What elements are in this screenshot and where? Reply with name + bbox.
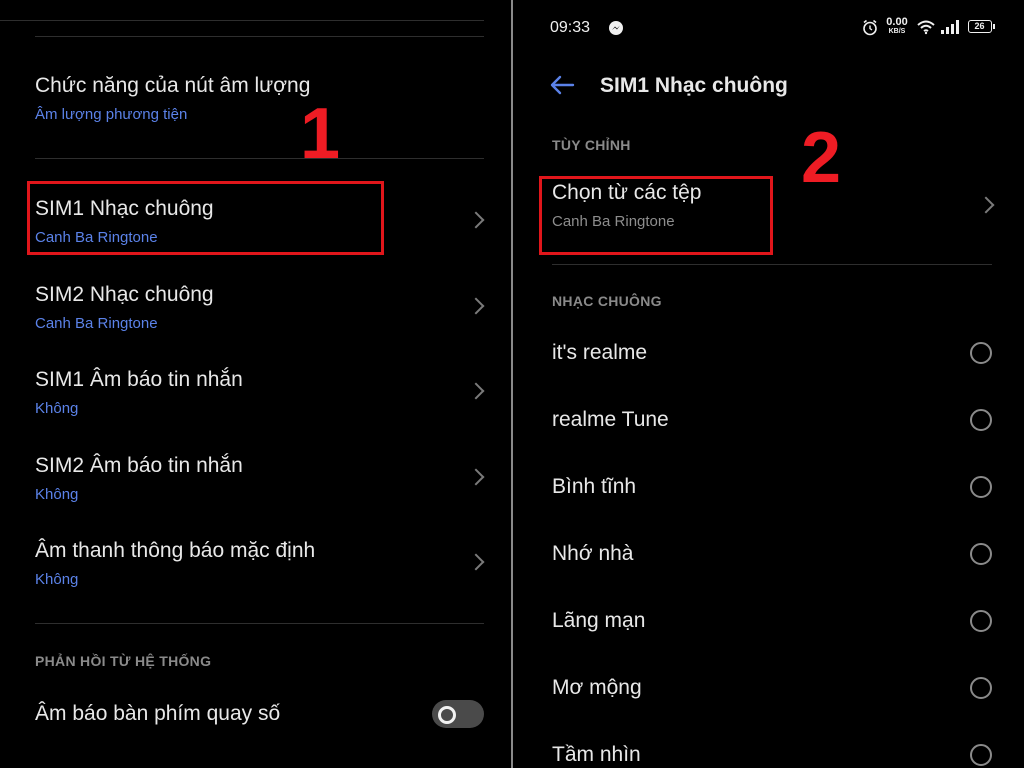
ringtone-option[interactable]: Tầm nhìn (514, 732, 1024, 768)
ringtone-name: Bình tĩnh (552, 475, 637, 498)
ringtone-name: Mơ mộng (552, 676, 642, 699)
divider-line (0, 20, 484, 21)
section-header-system-feedback: PHẢN HỒI TỪ HỆ THỐNG (35, 653, 212, 669)
messenger-notification-icon (609, 21, 623, 35)
ringtone-option[interactable]: Nhớ nhà (514, 531, 1024, 577)
divider-line (35, 36, 484, 37)
setting-title: Âm thanh thông báo mặc định (35, 539, 316, 562)
step-number-1: 1 (300, 94, 341, 174)
ringtone-option[interactable]: Bình tĩnh (514, 464, 1024, 510)
wifi-icon (917, 20, 935, 35)
highlight-box-step1 (27, 181, 384, 255)
radio-button-icon (970, 476, 992, 498)
setting-value: Canh Ba Ringtone (35, 315, 158, 332)
radio-button-icon (970, 610, 992, 632)
ringtone-option[interactable]: it's realme (514, 330, 1024, 376)
setting-value: Không (35, 571, 79, 588)
setting-default-notification-sound[interactable]: Âm thanh thông báo mặc định Không (0, 522, 512, 602)
battery-tip (993, 24, 995, 29)
divider-line (35, 623, 484, 624)
setting-title: SIM1 Âm báo tin nhắn (35, 368, 243, 391)
ringtone-name: Tầm nhìn (552, 743, 641, 766)
ringtone-option[interactable]: realme Tune (514, 397, 1024, 443)
divider-line (35, 158, 484, 159)
battery-icon: 26 (968, 20, 995, 33)
dial-pad-tone-toggle[interactable] (432, 700, 484, 728)
section-header-ringtones: NHẠC CHUÔNG (552, 293, 662, 309)
ringtone-name: Nhớ nhà (552, 542, 634, 565)
right-screenshot: 09:33 0.00 KB/S 26 SIM1 Nhạc chuông TÙY … (514, 0, 1024, 768)
chevron-right-icon (977, 196, 995, 214)
ringtone-name: it's realme (552, 341, 648, 364)
ringtone-name: Lãng mạn (552, 609, 646, 632)
status-time: 09:33 (550, 19, 591, 36)
ringtone-option[interactable]: Mơ mộng (514, 665, 1024, 711)
left-screenshot: Chức năng của nút âm lượng Âm lượng phươ… (0, 0, 512, 768)
highlight-box-step2 (539, 176, 773, 255)
radio-button-icon (970, 543, 992, 565)
network-speed-unit: KB/S (888, 28, 906, 35)
step-number-2: 2 (801, 118, 842, 198)
toggle-knob (438, 706, 456, 724)
volume-button-title: Chức năng của nút âm lượng (35, 74, 311, 97)
alarm-icon (863, 19, 877, 36)
radio-button-icon (970, 342, 992, 364)
back-arrow-icon[interactable] (549, 75, 575, 95)
setting-sim1-message-tone[interactable]: SIM1 Âm báo tin nhắn Không (0, 351, 512, 431)
radio-button-icon (970, 409, 992, 431)
chevron-right-icon (467, 468, 485, 486)
dial-pad-tone-title: Âm báo bàn phím quay số (35, 702, 281, 725)
volume-button-setting[interactable]: Chức năng của nút âm lượng Âm lượng phươ… (0, 62, 512, 144)
cellular-signal-icon (941, 20, 959, 34)
setting-title: SIM2 Âm báo tin nhắn (35, 454, 243, 477)
divider-line (552, 264, 992, 265)
radio-button-icon (970, 677, 992, 699)
radio-button-icon (970, 744, 992, 766)
chevron-right-icon (467, 382, 485, 400)
setting-value: Không (35, 486, 79, 503)
ringtone-name: realme Tune (552, 408, 669, 431)
image-divider (511, 0, 513, 768)
section-header-customize: TÙY CHỈNH (552, 137, 631, 153)
setting-sim2-message-tone[interactable]: SIM2 Âm báo tin nhắn Không (0, 437, 512, 517)
setting-sim2-ringtone[interactable]: SIM2 Nhạc chuông Canh Ba Ringtone (0, 266, 512, 346)
page-title: SIM1 Nhạc chuông (600, 74, 788, 97)
setting-title: SIM2 Nhạc chuông (35, 283, 214, 306)
network-speed: 0.00 KB/S (884, 17, 910, 36)
chevron-right-icon (467, 211, 485, 229)
ringtone-option[interactable]: Lãng mạn (514, 598, 1024, 644)
chevron-right-icon (467, 553, 485, 571)
volume-button-value: Âm lượng phương tiện (35, 106, 188, 123)
chevron-right-icon (467, 297, 485, 315)
network-speed-value: 0.00 (886, 16, 908, 28)
setting-value: Không (35, 400, 79, 417)
battery-level: 26 (974, 21, 985, 31)
